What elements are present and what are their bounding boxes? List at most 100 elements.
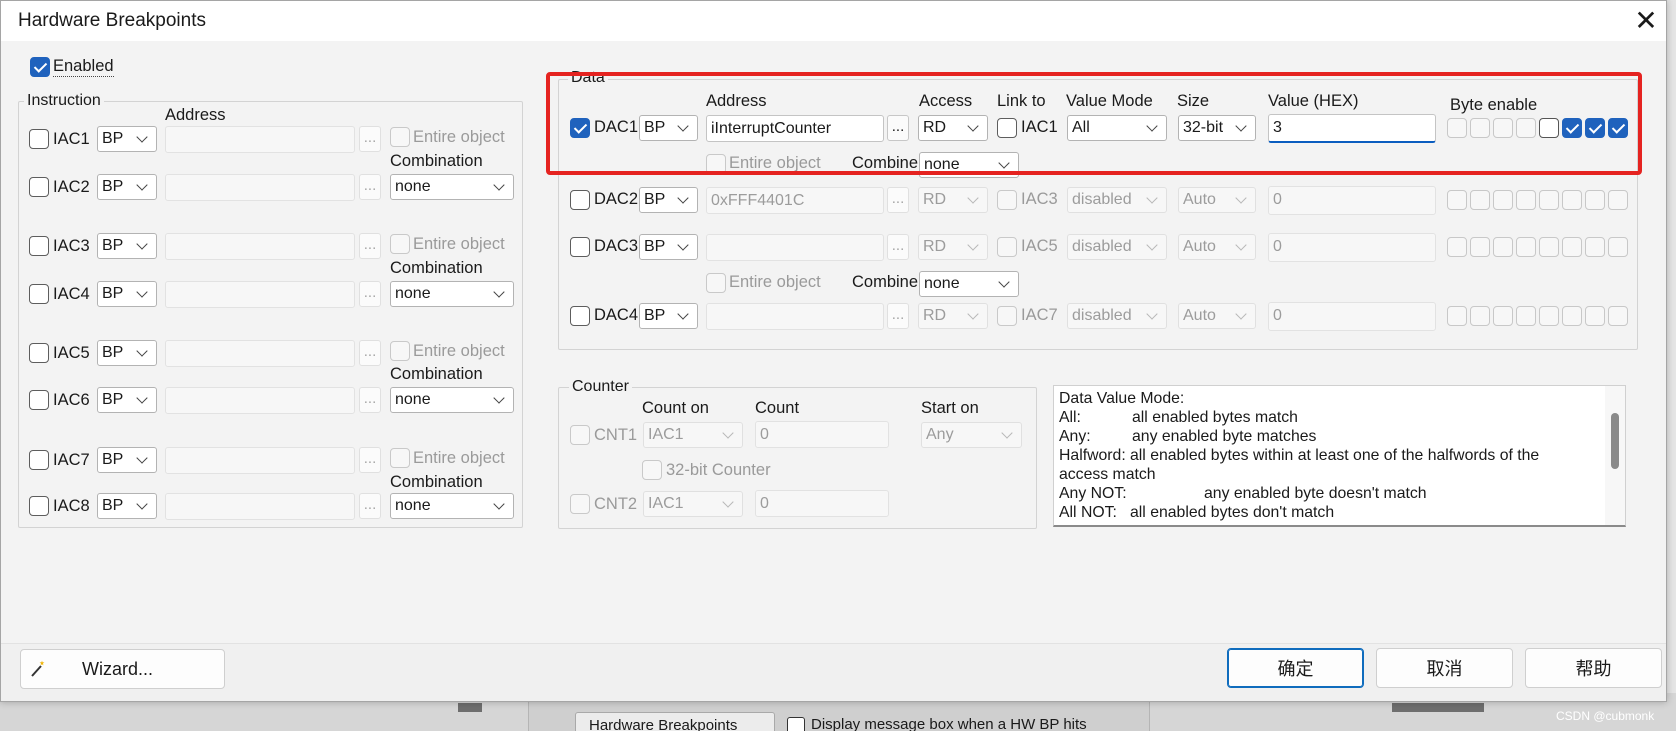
info-scrollbar-thumb[interactable] xyxy=(1611,413,1619,469)
background-display-message-checkbox[interactable] xyxy=(787,717,805,731)
iac4-checkbox[interactable] xyxy=(29,284,49,304)
iac2-browse-button[interactable]: ... xyxy=(359,174,381,200)
dac4-byte-1-checkbox[interactable] xyxy=(1470,306,1490,326)
dac3-browse-button[interactable]: ... xyxy=(887,234,909,260)
dac4-type-select[interactable]: BP xyxy=(639,303,698,329)
dac2-byte-3-checkbox[interactable] xyxy=(1516,190,1536,210)
cnt1-count-field[interactable]: 0 xyxy=(755,421,889,448)
cancel-button[interactable]: 取消 xyxy=(1376,648,1513,688)
dac2-byte-7-checkbox[interactable] xyxy=(1608,190,1628,210)
iac6-address-field[interactable] xyxy=(165,387,355,414)
dac2-checkbox[interactable] xyxy=(570,190,590,210)
dac2-byte-1-checkbox[interactable] xyxy=(1470,190,1490,210)
iac1-browse-button[interactable]: ... xyxy=(359,126,381,152)
help-button[interactable]: 帮助 xyxy=(1525,648,1662,688)
dac4-link-checkbox[interactable] xyxy=(997,306,1017,326)
dac3-type-select[interactable]: BP xyxy=(639,234,698,260)
iac8-checkbox[interactable] xyxy=(29,496,49,516)
iac8-type-select[interactable]: BP xyxy=(97,493,157,519)
dac3-byte-1-checkbox[interactable] xyxy=(1470,237,1490,257)
dac4-value-field[interactable]: 0 xyxy=(1268,302,1436,331)
dac4-byte-2-checkbox[interactable] xyxy=(1493,306,1513,326)
iac8-address-field[interactable] xyxy=(165,493,355,520)
dac1-byte-0-checkbox[interactable] xyxy=(1447,118,1467,138)
iac6-checkbox[interactable] xyxy=(29,390,49,410)
dac4-size-select[interactable]: Auto xyxy=(1178,303,1256,329)
data-entire-object-checkbox-2[interactable] xyxy=(706,273,726,293)
iac5-type-select[interactable]: BP xyxy=(97,340,157,366)
dac1-byte-5-checkbox[interactable] xyxy=(1562,118,1582,138)
dac3-byte-3-checkbox[interactable] xyxy=(1516,237,1536,257)
wizard-button[interactable]: Wizard... xyxy=(20,649,225,689)
combine-select-2[interactable]: none xyxy=(919,271,1019,297)
dac4-byte-3-checkbox[interactable] xyxy=(1516,306,1536,326)
iac6-type-select[interactable]: BP xyxy=(97,387,157,413)
iac6-browse-button[interactable]: ... xyxy=(359,387,381,413)
dac2-byte-2-checkbox[interactable] xyxy=(1493,190,1513,210)
dac1-byte-2-checkbox[interactable] xyxy=(1493,118,1513,138)
cnt2-checkbox[interactable] xyxy=(570,494,590,514)
iac8-browse-button[interactable]: ... xyxy=(359,493,381,519)
dac3-value-field[interactable]: 0 xyxy=(1268,233,1436,262)
cnt1-count-on-select[interactable]: IAC1 xyxy=(643,422,743,448)
combine-select-1[interactable]: none xyxy=(919,152,1019,178)
dac2-byte-4-checkbox[interactable] xyxy=(1539,190,1559,210)
dac1-access-select[interactable]: RD xyxy=(918,115,988,141)
iac1-address-field[interactable] xyxy=(165,126,355,153)
dac1-byte-3-checkbox[interactable] xyxy=(1516,118,1536,138)
iac3-browse-button[interactable]: ... xyxy=(359,233,381,259)
dac3-byte-4-checkbox[interactable] xyxy=(1539,237,1559,257)
iac3-type-select[interactable]: BP xyxy=(97,233,157,259)
dac2-access-select[interactable]: RD xyxy=(918,187,988,213)
iac7-browse-button[interactable]: ... xyxy=(359,447,381,473)
entire-object-checkbox-4[interactable] xyxy=(390,448,410,468)
dac4-value-mode-select[interactable]: disabled xyxy=(1067,303,1167,329)
dac2-browse-button[interactable]: ... xyxy=(887,187,909,213)
iac1-checkbox[interactable] xyxy=(29,129,49,149)
dac2-byte-5-checkbox[interactable] xyxy=(1562,190,1582,210)
dac4-checkbox[interactable] xyxy=(570,306,590,326)
cnt2-count-on-select[interactable]: IAC1 xyxy=(643,491,743,517)
iac4-address-field[interactable] xyxy=(165,281,355,308)
counter-32bit-checkbox[interactable] xyxy=(642,460,662,480)
dac3-link-checkbox[interactable] xyxy=(997,237,1017,257)
dac1-byte-1-checkbox[interactable] xyxy=(1470,118,1490,138)
combination-select-1[interactable]: none xyxy=(390,174,514,200)
dac2-value-mode-select[interactable]: disabled xyxy=(1067,187,1167,213)
dac3-access-select[interactable]: RD xyxy=(918,234,988,260)
dac1-size-select[interactable]: 32-bit xyxy=(1178,115,1256,141)
entire-object-checkbox-2[interactable] xyxy=(390,234,410,254)
dac1-type-select[interactable]: BP xyxy=(639,115,698,141)
ok-button[interactable]: 确定 xyxy=(1227,648,1364,688)
info-scrollbar[interactable] xyxy=(1605,386,1625,525)
dac1-byte-6-checkbox[interactable] xyxy=(1585,118,1605,138)
entire-object-checkbox-1[interactable] xyxy=(390,127,410,147)
combination-select-2[interactable]: none xyxy=(390,281,514,307)
dac1-browse-button[interactable]: ... xyxy=(887,115,909,141)
enabled-checkbox[interactable] xyxy=(30,57,50,77)
dac3-byte-0-checkbox[interactable] xyxy=(1447,237,1467,257)
dac1-byte-4-checkbox[interactable] xyxy=(1539,118,1559,138)
iac5-browse-button[interactable]: ... xyxy=(359,340,381,366)
data-entire-object-checkbox-1[interactable] xyxy=(706,154,726,174)
iac4-type-select[interactable]: BP xyxy=(97,281,157,307)
dac2-value-field[interactable]: 0 xyxy=(1268,186,1436,215)
dac1-checkbox[interactable] xyxy=(570,118,590,138)
dac4-address-field[interactable] xyxy=(706,303,884,330)
iac5-checkbox[interactable] xyxy=(29,343,49,363)
dac3-byte-5-checkbox[interactable] xyxy=(1562,237,1582,257)
iac7-checkbox[interactable] xyxy=(29,450,49,470)
iac7-type-select[interactable]: BP xyxy=(97,447,157,473)
dac4-access-select[interactable]: RD xyxy=(918,303,988,329)
dac2-address-field[interactable]: 0xFFF4401C xyxy=(706,187,884,214)
iac2-checkbox[interactable] xyxy=(29,177,49,197)
dac4-byte-5-checkbox[interactable] xyxy=(1562,306,1582,326)
dac3-byte-6-checkbox[interactable] xyxy=(1585,237,1605,257)
dac3-value-mode-select[interactable]: disabled xyxy=(1067,234,1167,260)
dac1-value-field[interactable]: 3 xyxy=(1268,114,1436,143)
iac2-address-field[interactable] xyxy=(165,174,355,201)
close-icon[interactable]: ✕ xyxy=(1629,5,1663,37)
dac4-byte-7-checkbox[interactable] xyxy=(1608,306,1628,326)
combination-select-3[interactable]: none xyxy=(390,387,514,413)
dac3-checkbox[interactable] xyxy=(570,237,590,257)
